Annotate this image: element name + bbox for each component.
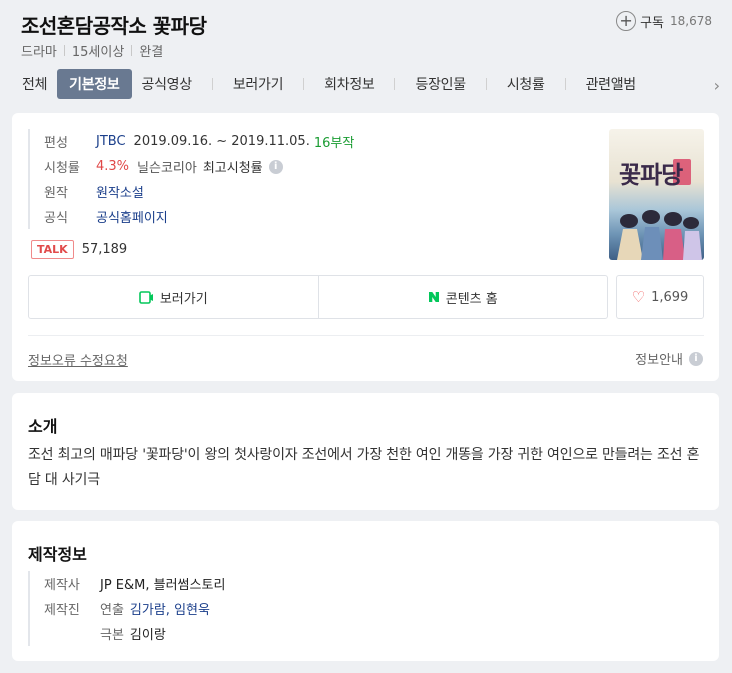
age-rating: 15세이상: [71, 45, 125, 60]
production-label: 제작진: [44, 603, 80, 618]
tab-bar: 전체 기본정보 공식영상 보러가기 회차정보 등장인물 시청률 관련앨범: [12, 68, 646, 100]
naver-n-icon: [428, 292, 439, 302]
info-guide-link[interactable]: 정보안내 i: [635, 349, 703, 368]
heart-icon: ♡: [631, 288, 646, 306]
chevron-right-icon[interactable]: ›: [714, 76, 720, 95]
info-label: 시청률: [44, 161, 80, 176]
tab-characters[interactable]: 등장인물: [405, 69, 475, 99]
play-window-icon: [139, 290, 153, 304]
tab-albums[interactable]: 관련앨범: [576, 69, 646, 99]
talk-badge: TALK: [31, 240, 74, 259]
plus-icon: +: [616, 11, 637, 31]
rating-note: 최고시청률: [202, 161, 263, 176]
episode-count: 16부작: [313, 136, 355, 151]
info-icon: i: [689, 351, 703, 366]
tab-divider: [394, 78, 396, 90]
report-error-link[interactable]: 정보오류 수정요청: [28, 350, 128, 369]
info-guide-label: 정보안내: [635, 353, 683, 368]
divider: [63, 45, 65, 56]
content-home-label: 콘텐츠 홈: [445, 291, 498, 307]
official-homepage-link[interactable]: 공식홈페이지: [96, 207, 168, 226]
subscribe-label: 구독: [640, 15, 664, 31]
meta-info: 드라마 15세이상 완결: [21, 41, 163, 60]
info-row-rating: 시청률 4.3% 닐슨코리아 최고시청률 i: [44, 154, 354, 179]
production-row-writer: 극본 김이랑: [44, 621, 225, 646]
production-row-company: 제작사 JP E&M, 블러썸스토리: [44, 571, 225, 596]
info-label: 편성: [44, 136, 68, 151]
subscribe-button[interactable]: + 구독 18,678: [616, 11, 712, 31]
tab-divider: [211, 78, 213, 90]
header: 조선혼담공작소 꽃파당 드라마 15세이상 완결 + 구독 18,678 전체 …: [0, 0, 732, 106]
like-count: 1,699: [651, 289, 689, 305]
tab-basic-info[interactable]: 기본정보: [57, 69, 132, 99]
rating-value: 4.3%: [96, 159, 130, 174]
tab-watch[interactable]: 보러가기: [223, 69, 293, 99]
watch-label: 보러가기: [159, 291, 208, 307]
rating-source: 닐슨코리아: [137, 161, 197, 176]
section-title: 소개: [28, 417, 58, 436]
intro-card: 소개 조선 최고의 매파당 '꽃파당'이 왕의 첫사랑이자 조선에서 가장 천한…: [12, 393, 719, 510]
broadcaster-link[interactable]: JTBC: [96, 134, 126, 149]
info-row-broadcast: 편성 JTBC 2019.09.16. ~ 2019.11.05. 16부작: [44, 129, 354, 154]
tab-divider: [485, 78, 487, 90]
poster-art-icon: [617, 159, 702, 260]
genre: 드라마: [21, 45, 57, 60]
director-names[interactable]: 김가람, 임현욱: [130, 599, 210, 618]
tab-divider: [303, 78, 305, 90]
tab-divider: [564, 78, 566, 90]
intro-text: 조선 최고의 매파당 '꽃파당'이 왕의 첫사랑이자 조선에서 가장 천한 여인…: [28, 447, 700, 488]
page-title: 조선혼담공작소 꽃파당: [21, 14, 207, 38]
action-group: 보러가기 콘텐츠 홈: [28, 275, 608, 319]
production-card: 제작정보 제작사 JP E&M, 블러썸스토리 제작진 연출 김가람, 임현욱 …: [12, 521, 719, 661]
section-title: 제작정보: [28, 545, 87, 564]
info-label: 원작: [44, 186, 68, 201]
production-label: 제작사: [44, 578, 80, 593]
divider: [131, 45, 133, 56]
status: 완결: [139, 45, 164, 60]
poster-title: 꽃파당: [619, 160, 683, 189]
tab-all[interactable]: 전체: [12, 69, 57, 99]
production-list: 제작사 JP E&M, 블러썸스토리 제작진 연출 김가람, 임현욱 극본 김이…: [28, 571, 225, 646]
production-company: JP E&M, 블러썸스토리: [100, 578, 226, 593]
basic-info-card: 편성 JTBC 2019.09.16. ~ 2019.11.05. 16부작 시…: [12, 113, 719, 381]
info-list: 편성 JTBC 2019.09.16. ~ 2019.11.05. 16부작 시…: [28, 129, 354, 229]
content-home-button[interactable]: 콘텐츠 홈: [317, 276, 608, 318]
poster-image[interactable]: 꽃파당: [609, 129, 704, 260]
production-row-staff: 제작진 연출 김가람, 임현욱: [44, 596, 225, 621]
info-icon[interactable]: i: [268, 159, 283, 174]
like-button[interactable]: ♡ 1,699: [616, 275, 704, 319]
action-row: 보러가기 콘텐츠 홈 ♡ 1,699: [28, 275, 704, 319]
original-link[interactable]: 원작소설: [96, 182, 144, 201]
watch-button[interactable]: 보러가기: [29, 276, 318, 318]
info-label: 공식: [44, 211, 68, 226]
writer-name: 김이랑: [129, 628, 166, 643]
writer-label: 극본: [100, 628, 124, 643]
tab-ratings[interactable]: 시청률: [497, 69, 555, 99]
broadcast-period: 2019.09.16. ~ 2019.11.05.: [133, 134, 310, 149]
tab-official-video[interactable]: 공식영상: [132, 69, 202, 99]
subscribe-count: 18,678: [670, 14, 712, 28]
tab-episodes[interactable]: 회차정보: [314, 69, 384, 99]
director-label: 연출: [100, 603, 124, 618]
info-row-official: 공식 공식홈페이지: [44, 204, 354, 229]
talk-link[interactable]: TALK 57,189: [31, 240, 127, 259]
talk-count: 57,189: [81, 242, 128, 257]
divider: [28, 335, 704, 336]
info-row-original: 원작 원작소설: [44, 179, 354, 204]
